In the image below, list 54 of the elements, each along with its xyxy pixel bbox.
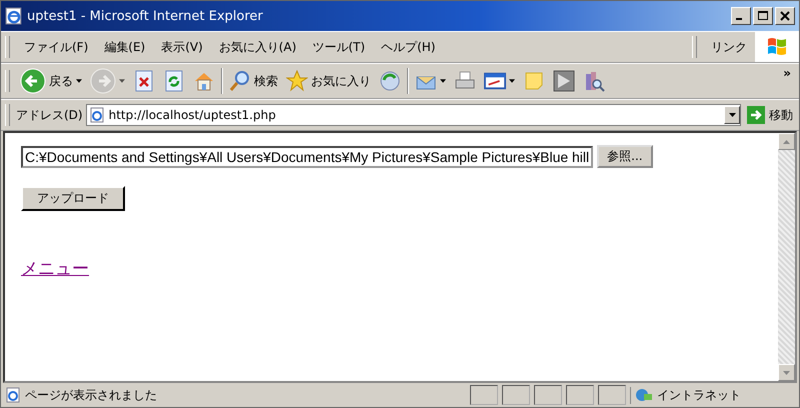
house-icon [193,70,215,92]
refresh-icon [163,70,185,92]
favorites-button[interactable]: お気に入り [282,66,375,96]
scroll-down-icon [783,370,790,374]
zone-text: イントラネット [657,386,741,404]
scroll-up-icon [783,140,790,144]
caret-icon [440,79,446,83]
search-icon [229,70,251,92]
close-icon [779,10,791,22]
close-button[interactable] [775,7,795,25]
status-pane [502,385,530,405]
page-icon [88,107,105,123]
status-pane [534,385,562,405]
menu-link[interactable]: メニュー [21,257,89,280]
caret-icon [119,79,125,83]
maximize-button[interactable] [753,7,773,25]
minimize-icon [736,18,742,20]
tile-icon [553,70,575,92]
file-path-field[interactable]: C:¥Documents and Settings¥All Users¥Documents¥My Pictures¥Sample Pictures¥Blue hill [21,146,594,168]
maximize-icon [757,10,769,22]
star-icon [286,70,308,92]
browse-button[interactable]: 参照... [597,145,653,168]
minimize-button[interactable] [731,7,751,25]
status-pane [470,385,498,405]
search-button[interactable]: 検索 [225,66,282,96]
browser-icon [5,7,23,25]
menu-item[interactable]: 表示(V) [153,38,211,56]
caret-icon [728,113,736,117]
page-icon [5,387,21,403]
address-field[interactable]: http://localhost/uptest1.php [86,104,741,126]
window-title: uptest1 - Microsoft Internet Explorer [27,8,264,24]
status-pane [598,385,626,405]
upload-button[interactable]: アップロード [21,186,125,211]
go-button[interactable]: 移動 [741,106,799,124]
caret-icon [509,79,515,83]
books-magnifier-icon [583,70,605,92]
menu-item[interactable]: お気に入り(A) [210,38,304,56]
status-pane [566,385,594,405]
network-icon [635,387,653,403]
links-button[interactable]: リンク [703,38,755,56]
menu-item[interactable]: ファイル(F) [16,38,96,56]
address-label: アドレス(D) [16,106,83,124]
caret-icon [76,79,82,83]
dropdown-button[interactable] [724,106,740,124]
x-page-icon [133,70,155,92]
menu-item[interactable]: ヘルプ(H) [373,38,444,56]
note-icon [523,70,545,92]
more-tools-button[interactable]: » [775,66,799,80]
window-icon [484,70,506,92]
menu-item[interactable]: 編集(E) [96,38,154,56]
status-text: ページが表示されました [25,386,157,404]
menu-item[interactable]: ツール(T) [304,38,374,56]
back-button[interactable]: 戻る [16,66,86,96]
vertical-scrollbar[interactable] [778,133,795,381]
